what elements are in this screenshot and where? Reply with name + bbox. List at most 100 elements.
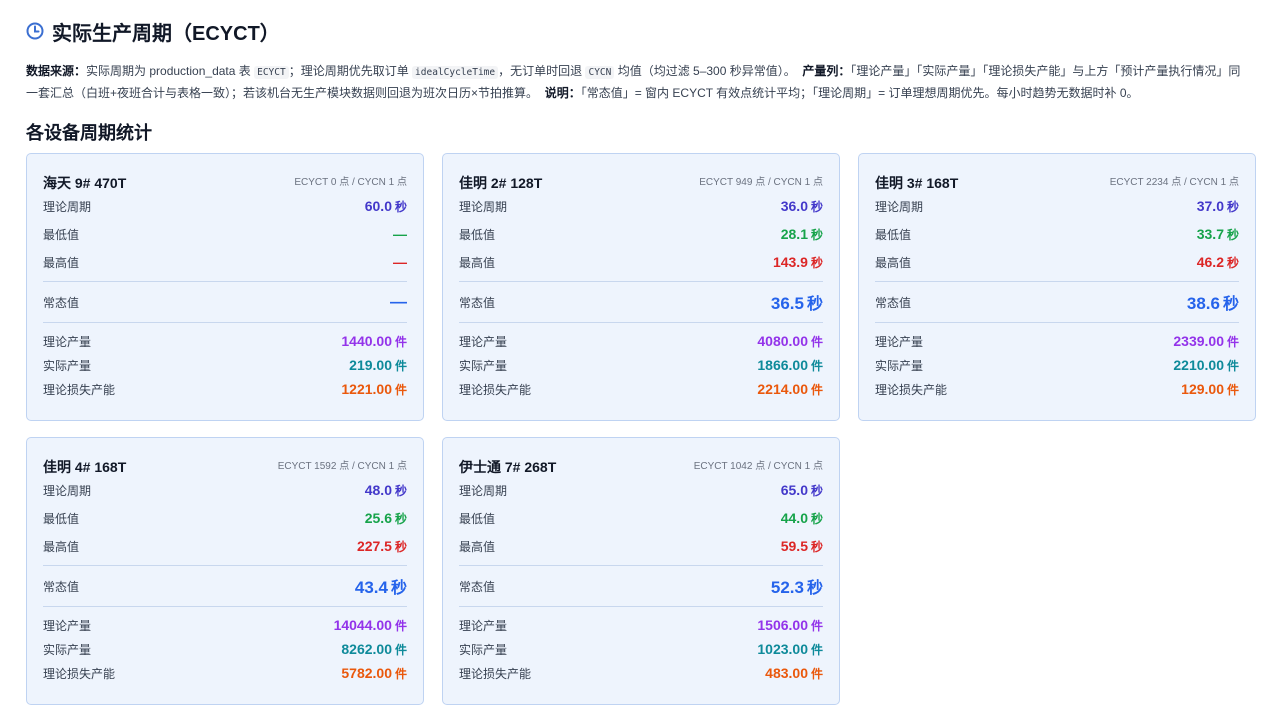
- theory-output-unit: 件: [810, 334, 823, 349]
- min-label: 最低值: [875, 227, 912, 242]
- theory-output-row: 理论产量 14044.00 件: [43, 613, 407, 637]
- theory-cycle-label: 理论周期: [459, 483, 508, 498]
- min-value-wrap: —: [393, 226, 407, 242]
- actual-output-value-wrap: 1023.00 件: [757, 641, 823, 658]
- loss-output-unit: 件: [1226, 382, 1239, 397]
- device-name: 海天 9# 470T: [43, 175, 127, 191]
- loss-output-value-wrap: 129.00 件: [1181, 381, 1239, 398]
- theory-output-value: 14044.00: [333, 616, 392, 633]
- source-text-3: ，无订单时回退: [498, 64, 586, 78]
- max-value: —: [393, 254, 407, 270]
- theory-cycle-row: 理论周期 60.0 秒: [43, 192, 407, 220]
- device-point-counts: ECYCT 949 点 / CYCN 1 点: [699, 177, 823, 188]
- theory-cycle-unit: 秒: [394, 483, 407, 498]
- theory-output-value-wrap: 14044.00 件: [334, 617, 407, 634]
- theory-output-label: 理论产量: [43, 618, 92, 633]
- device-card-3: 佳明 3# 168T ECYCT 2234 点 / CYCN 1 点 理论周期 …: [858, 153, 1256, 421]
- max-unit: 秒: [810, 539, 823, 554]
- normal-unit: 秒: [806, 580, 823, 597]
- max-unit: 秒: [394, 539, 407, 554]
- theory-cycle-row: 理论周期 48.0 秒: [43, 476, 407, 504]
- max-row: 最高值 59.5 秒: [459, 532, 823, 560]
- actual-output-label: 实际产量: [459, 642, 508, 657]
- min-label: 最低值: [43, 227, 80, 242]
- theory-output-value-wrap: 2339.00 件: [1173, 333, 1239, 350]
- normal-value-wrap: 36.5 秒: [771, 290, 823, 314]
- actual-output-value-wrap: 1866.00 件: [757, 357, 823, 374]
- page: 实际生产周期（ECYCT） 数据来源：实际周期为 production_data…: [0, 0, 1267, 723]
- normal-value: 36.5: [770, 294, 804, 313]
- actual-output-label: 实际产量: [459, 358, 508, 373]
- code-cycn: CYCN: [585, 66, 615, 79]
- device-name: 佳明 4# 168T: [43, 459, 127, 475]
- theory-cycle-value: 48.0: [364, 481, 392, 498]
- source-text-1: 实际周期为 production_data 表: [86, 64, 255, 78]
- loss-output-value: 483.00: [765, 664, 808, 681]
- loss-output-value-wrap: 2214.00 件: [757, 381, 823, 398]
- min-value: 28.1: [780, 225, 808, 242]
- loss-output-row: 理论损失产能 483.00 件: [459, 661, 823, 685]
- normal-row: 常态值 43.4 秒: [43, 565, 407, 607]
- theory-output-value: 2339.00: [1173, 332, 1224, 349]
- theory-output-unit: 件: [810, 618, 823, 633]
- theory-output-value: 4080.00: [757, 332, 808, 349]
- normal-value: 43.4: [354, 578, 388, 597]
- normal-row: 常态值 36.5 秒: [459, 281, 823, 323]
- theory-cycle-unit: 秒: [394, 199, 407, 214]
- min-row: 最低值 25.6 秒: [43, 504, 407, 532]
- source-text-4: 均值（均过滤 5–300 秒异常值）。: [614, 64, 796, 78]
- min-value-wrap: 28.1 秒: [781, 226, 823, 243]
- card-header: 佳明 2# 128T ECYCT 949 点 / CYCN 1 点: [459, 168, 823, 192]
- page-title: 实际生产周期（ECYCT）: [52, 22, 280, 45]
- max-label: 最高值: [459, 539, 496, 554]
- normal-value-wrap: 43.4 秒: [355, 574, 407, 598]
- normal-label: 常态值: [43, 295, 80, 310]
- theory-cycle-value-wrap: 36.0 秒: [781, 198, 823, 215]
- data-source-description: 数据来源：实际周期为 production_data 表 ECYCT ；理论周期优…: [26, 61, 1248, 103]
- theory-cycle-row: 理论周期 65.0 秒: [459, 476, 823, 504]
- theory-output-unit: 件: [394, 334, 407, 349]
- theory-output-unit: 件: [394, 618, 407, 633]
- normal-value: 52.3: [770, 578, 804, 597]
- theory-cycle-label: 理论周期: [459, 199, 508, 214]
- min-unit: 秒: [394, 511, 407, 526]
- max-label: 最高值: [875, 255, 912, 270]
- actual-output-row: 实际产量 8262.00 件: [43, 637, 407, 661]
- normal-value-wrap: 52.3 秒: [771, 574, 823, 598]
- card-header: 佳明 3# 168T ECYCT 2234 点 / CYCN 1 点: [875, 168, 1239, 192]
- theory-cycle-value-wrap: 48.0 秒: [365, 482, 407, 499]
- device-point-counts: ECYCT 2234 点 / CYCN 1 点: [1109, 177, 1239, 188]
- actual-output-unit: 件: [810, 642, 823, 657]
- theory-cycle-label: 理论周期: [43, 483, 92, 498]
- output-label: 产量列：: [802, 64, 851, 78]
- loss-output-value: 1221.00: [341, 380, 392, 397]
- actual-output-value: 2210.00: [1173, 356, 1224, 373]
- source-label: 数据来源：: [26, 64, 87, 78]
- min-value: —: [393, 226, 407, 242]
- theory-cycle-unit: 秒: [1226, 199, 1239, 214]
- theory-cycle-value: 60.0: [364, 197, 392, 214]
- theory-cycle-value: 37.0: [1196, 197, 1224, 214]
- loss-output-value: 129.00: [1181, 380, 1224, 397]
- min-label: 最低值: [459, 227, 496, 242]
- loss-output-row: 理论损失产能 1221.00 件: [43, 377, 407, 401]
- device-card-4: 佳明 4# 168T ECYCT 1592 点 / CYCN 1 点 理论周期 …: [26, 437, 424, 705]
- device-card-5: 伊士通 7# 268T ECYCT 1042 点 / CYCN 1 点 理论周期…: [442, 437, 840, 705]
- theory-output-label: 理论产量: [875, 334, 924, 349]
- theory-cycle-row: 理论周期 36.0 秒: [459, 192, 823, 220]
- theory-cycle-label: 理论周期: [875, 199, 924, 214]
- actual-output-unit: 件: [394, 642, 407, 657]
- theory-output-row: 理论产量 1506.00 件: [459, 613, 823, 637]
- max-value-wrap: 59.5 秒: [781, 538, 823, 555]
- note-text: 「常态值」= 窗内 ECYCT 有效点统计平均；「理论周期」= 订单理想周期优先…: [580, 86, 1139, 100]
- normal-unit: 秒: [806, 296, 823, 313]
- actual-output-value: 8262.00: [341, 640, 392, 657]
- code-ideal-cycle-time: idealCycleTime: [412, 66, 499, 79]
- min-label: 最低值: [459, 511, 496, 526]
- loss-output-value-wrap: 483.00 件: [765, 665, 823, 682]
- loss-output-value-wrap: 1221.00 件: [341, 381, 407, 398]
- device-name: 佳明 3# 168T: [875, 175, 959, 191]
- theory-cycle-value-wrap: 60.0 秒: [365, 198, 407, 215]
- device-point-counts: ECYCT 0 点 / CYCN 1 点: [294, 177, 407, 188]
- actual-output-row: 实际产量 1023.00 件: [459, 637, 823, 661]
